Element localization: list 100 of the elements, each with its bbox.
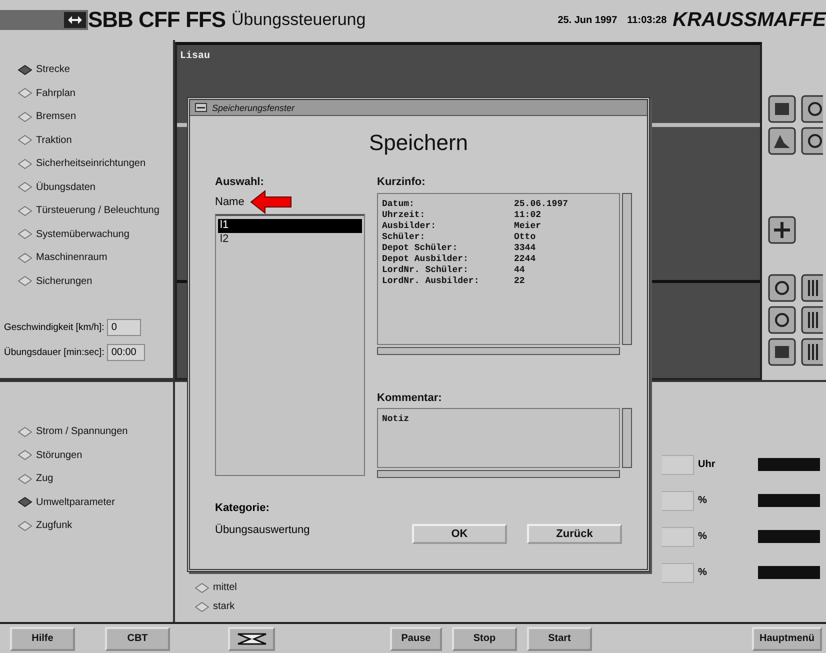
radio-button[interactable] (18, 229, 32, 240)
input-field[interactable] (662, 490, 694, 510)
radio-button[interactable] (18, 135, 32, 146)
unit-label: % (697, 567, 708, 578)
toolbar-button[interactable] (228, 626, 275, 650)
info-value: 22 (514, 276, 526, 287)
info-value: 25.06.1997 (514, 199, 570, 210)
info-value: Otto (514, 232, 537, 243)
toolbar-button[interactable]: Start (527, 626, 592, 650)
info-key: Depot Ausbilder: (382, 254, 514, 265)
tool-icon[interactable] (801, 338, 823, 366)
radio-button[interactable] (18, 252, 32, 263)
toolbar-button[interactable]: Pause (390, 626, 442, 650)
tool-icon[interactable] (768, 127, 796, 155)
logo-icon (0, 9, 88, 31)
toolbar-button[interactable]: CBT (105, 626, 170, 650)
date-label: 25. Jun 1997 (558, 14, 618, 26)
tool-icon[interactable] (768, 95, 796, 123)
info-key: LordNr. Schüler: (382, 265, 514, 276)
tool-icon[interactable] (801, 95, 823, 123)
radio-button[interactable] (18, 112, 32, 122)
radio-button[interactable] (18, 497, 32, 508)
indicator-bar (758, 530, 820, 543)
info-value: 3344 (514, 243, 537, 254)
tool-icon[interactable] (801, 306, 823, 334)
radio-label: Maschinenraum (36, 252, 108, 264)
radio-label: mittel (213, 582, 237, 593)
radio-button[interactable] (18, 474, 32, 484)
radio-button[interactable] (18, 182, 32, 192)
pointer-arrow (250, 190, 292, 214)
radio-button[interactable] (18, 64, 32, 75)
radio-label: Bremsen (36, 111, 76, 122)
radio-label: Türsteuerung / Beleuchtung (36, 205, 160, 216)
indicator-bar (758, 566, 820, 579)
info-value: 11:02 (514, 210, 542, 221)
info-key: Depot Schüler: (382, 243, 514, 254)
radio-label: Zugfunk (36, 520, 72, 532)
radio-button[interactable] (18, 88, 32, 98)
window-menu-icon[interactable] (195, 103, 207, 112)
radio-button[interactable] (195, 602, 209, 612)
tool-icon[interactable] (768, 338, 796, 366)
unit-label: % (697, 531, 708, 542)
radio-label: Sicherheitseinrichtungen (36, 158, 146, 170)
field-label: Geschwindigkeit [km/h]: (4, 322, 104, 333)
tool-icon[interactable] (768, 216, 796, 244)
toolbar-button[interactable]: Stop (452, 626, 517, 650)
tool-icon[interactable] (801, 274, 823, 302)
section-label: Kategorie: (215, 502, 270, 514)
hourglass-icon (236, 632, 266, 644)
radio-label: Strom / Spannungen (36, 426, 128, 438)
input-field[interactable] (662, 562, 694, 582)
radio-label: Fahrplan (36, 88, 76, 99)
indicator-bar (758, 458, 820, 471)
radio-button[interactable] (18, 276, 32, 286)
scrollbar[interactable] (622, 193, 632, 345)
info-value: 44 (514, 265, 526, 276)
list-item[interactable]: l2 (218, 233, 362, 247)
tool-icon[interactable] (768, 274, 796, 302)
radio-button[interactable] (18, 426, 32, 437)
indicator-bar (758, 494, 820, 507)
list-item[interactable]: l1 (218, 219, 362, 233)
input-field[interactable] (662, 454, 694, 474)
radio-label: Umweltparameter (36, 496, 115, 508)
radio-label: Übungsdaten (36, 182, 96, 193)
dialog-heading: Speichern (368, 130, 468, 156)
radio-label: Zug (36, 473, 54, 484)
comment-field[interactable]: Notiz (377, 408, 620, 468)
dialog-button[interactable]: OK (412, 524, 507, 544)
scrollbar[interactable] (622, 408, 632, 468)
scrollbar[interactable] (377, 470, 620, 478)
radio-button[interactable] (18, 520, 32, 531)
radio-label: Störungen (36, 450, 82, 461)
radio-button[interactable] (18, 206, 32, 216)
logo-text: SBB CFF FFS (88, 7, 226, 33)
tool-icon[interactable] (801, 127, 823, 155)
toolbar-button[interactable]: Hauptmenü (752, 626, 822, 650)
input-field[interactable]: 0 (107, 319, 142, 336)
section-label: Kurzinfo: (377, 176, 426, 188)
info-value: Meier (514, 221, 542, 232)
tool-icon[interactable] (768, 306, 796, 334)
radio-button[interactable] (195, 582, 209, 592)
section-label: Auswahl: (215, 176, 265, 188)
radio-label: Traktion (36, 134, 72, 146)
toolbar-button[interactable]: Hilfe (10, 626, 75, 650)
radio-button[interactable] (18, 158, 32, 169)
unit-label: % (697, 495, 708, 506)
view-title: Lisau (179, 50, 212, 63)
input-field[interactable] (662, 526, 694, 546)
info-value: 2244 (514, 254, 537, 265)
radio-label: Strecke (36, 64, 70, 76)
input-field[interactable]: 00:00 (107, 344, 146, 361)
dialog-button[interactable]: Zurück (527, 524, 622, 544)
time-label: 11:03:28 (627, 14, 667, 26)
info-key: Schüler: (382, 232, 514, 243)
info-key: Datum: (382, 199, 514, 210)
radio-label: Systemüberwachung (36, 228, 130, 240)
info-key: LordNr. Ausbilder: (382, 276, 514, 287)
scrollbar[interactable] (377, 347, 620, 355)
radio-button[interactable] (18, 450, 32, 460)
radio-label: stark (213, 601, 235, 612)
